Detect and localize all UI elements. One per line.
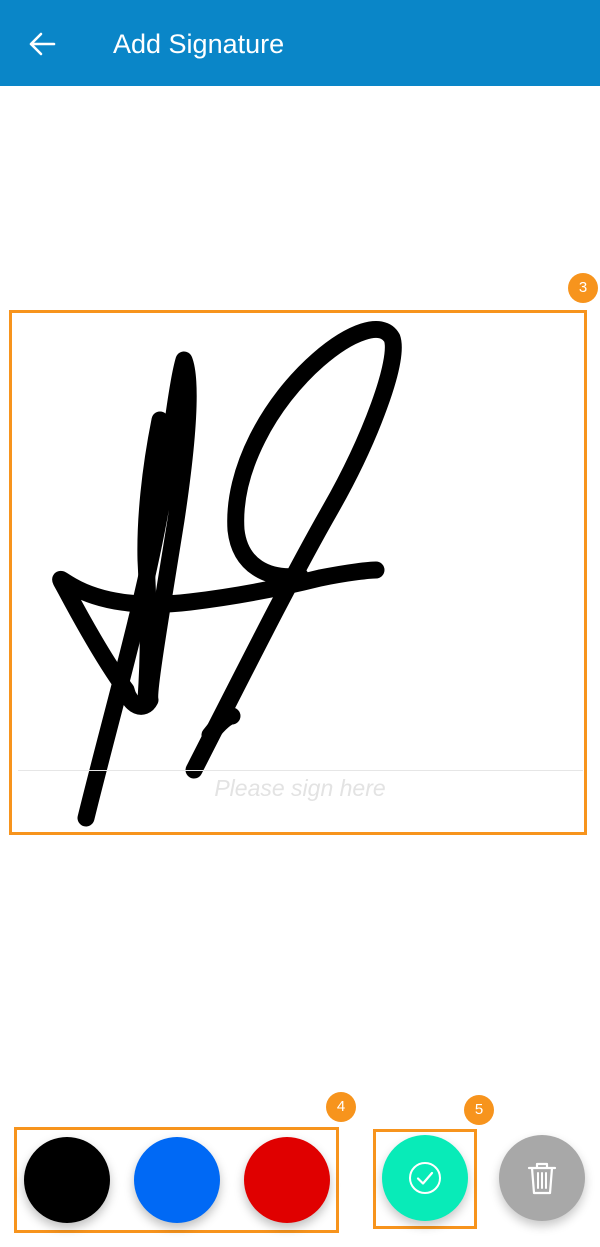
page-title: Add Signature bbox=[113, 29, 285, 59]
signature-baseline bbox=[18, 770, 583, 771]
sign-here-placeholder: Please sign here bbox=[214, 775, 386, 801]
color-swatch-blue[interactable] bbox=[134, 1137, 220, 1223]
color-swatch-black[interactable] bbox=[24, 1137, 110, 1223]
callout-badge-pad: 3 bbox=[568, 273, 598, 303]
check-circle-icon bbox=[409, 1162, 441, 1194]
arrow-left-icon bbox=[29, 32, 56, 56]
color-swatch-red[interactable] bbox=[244, 1137, 330, 1223]
signature-pad-highlight bbox=[9, 310, 587, 835]
confirm-button[interactable] bbox=[382, 1135, 468, 1221]
callout-badge-confirm: 5 bbox=[464, 1095, 494, 1125]
trash-icon bbox=[527, 1162, 557, 1195]
app-bar: Add Signature bbox=[0, 0, 600, 86]
back-button[interactable] bbox=[22, 24, 62, 64]
callout-badge-colors: 4 bbox=[326, 1092, 356, 1122]
clear-signature-button[interactable] bbox=[499, 1135, 585, 1221]
